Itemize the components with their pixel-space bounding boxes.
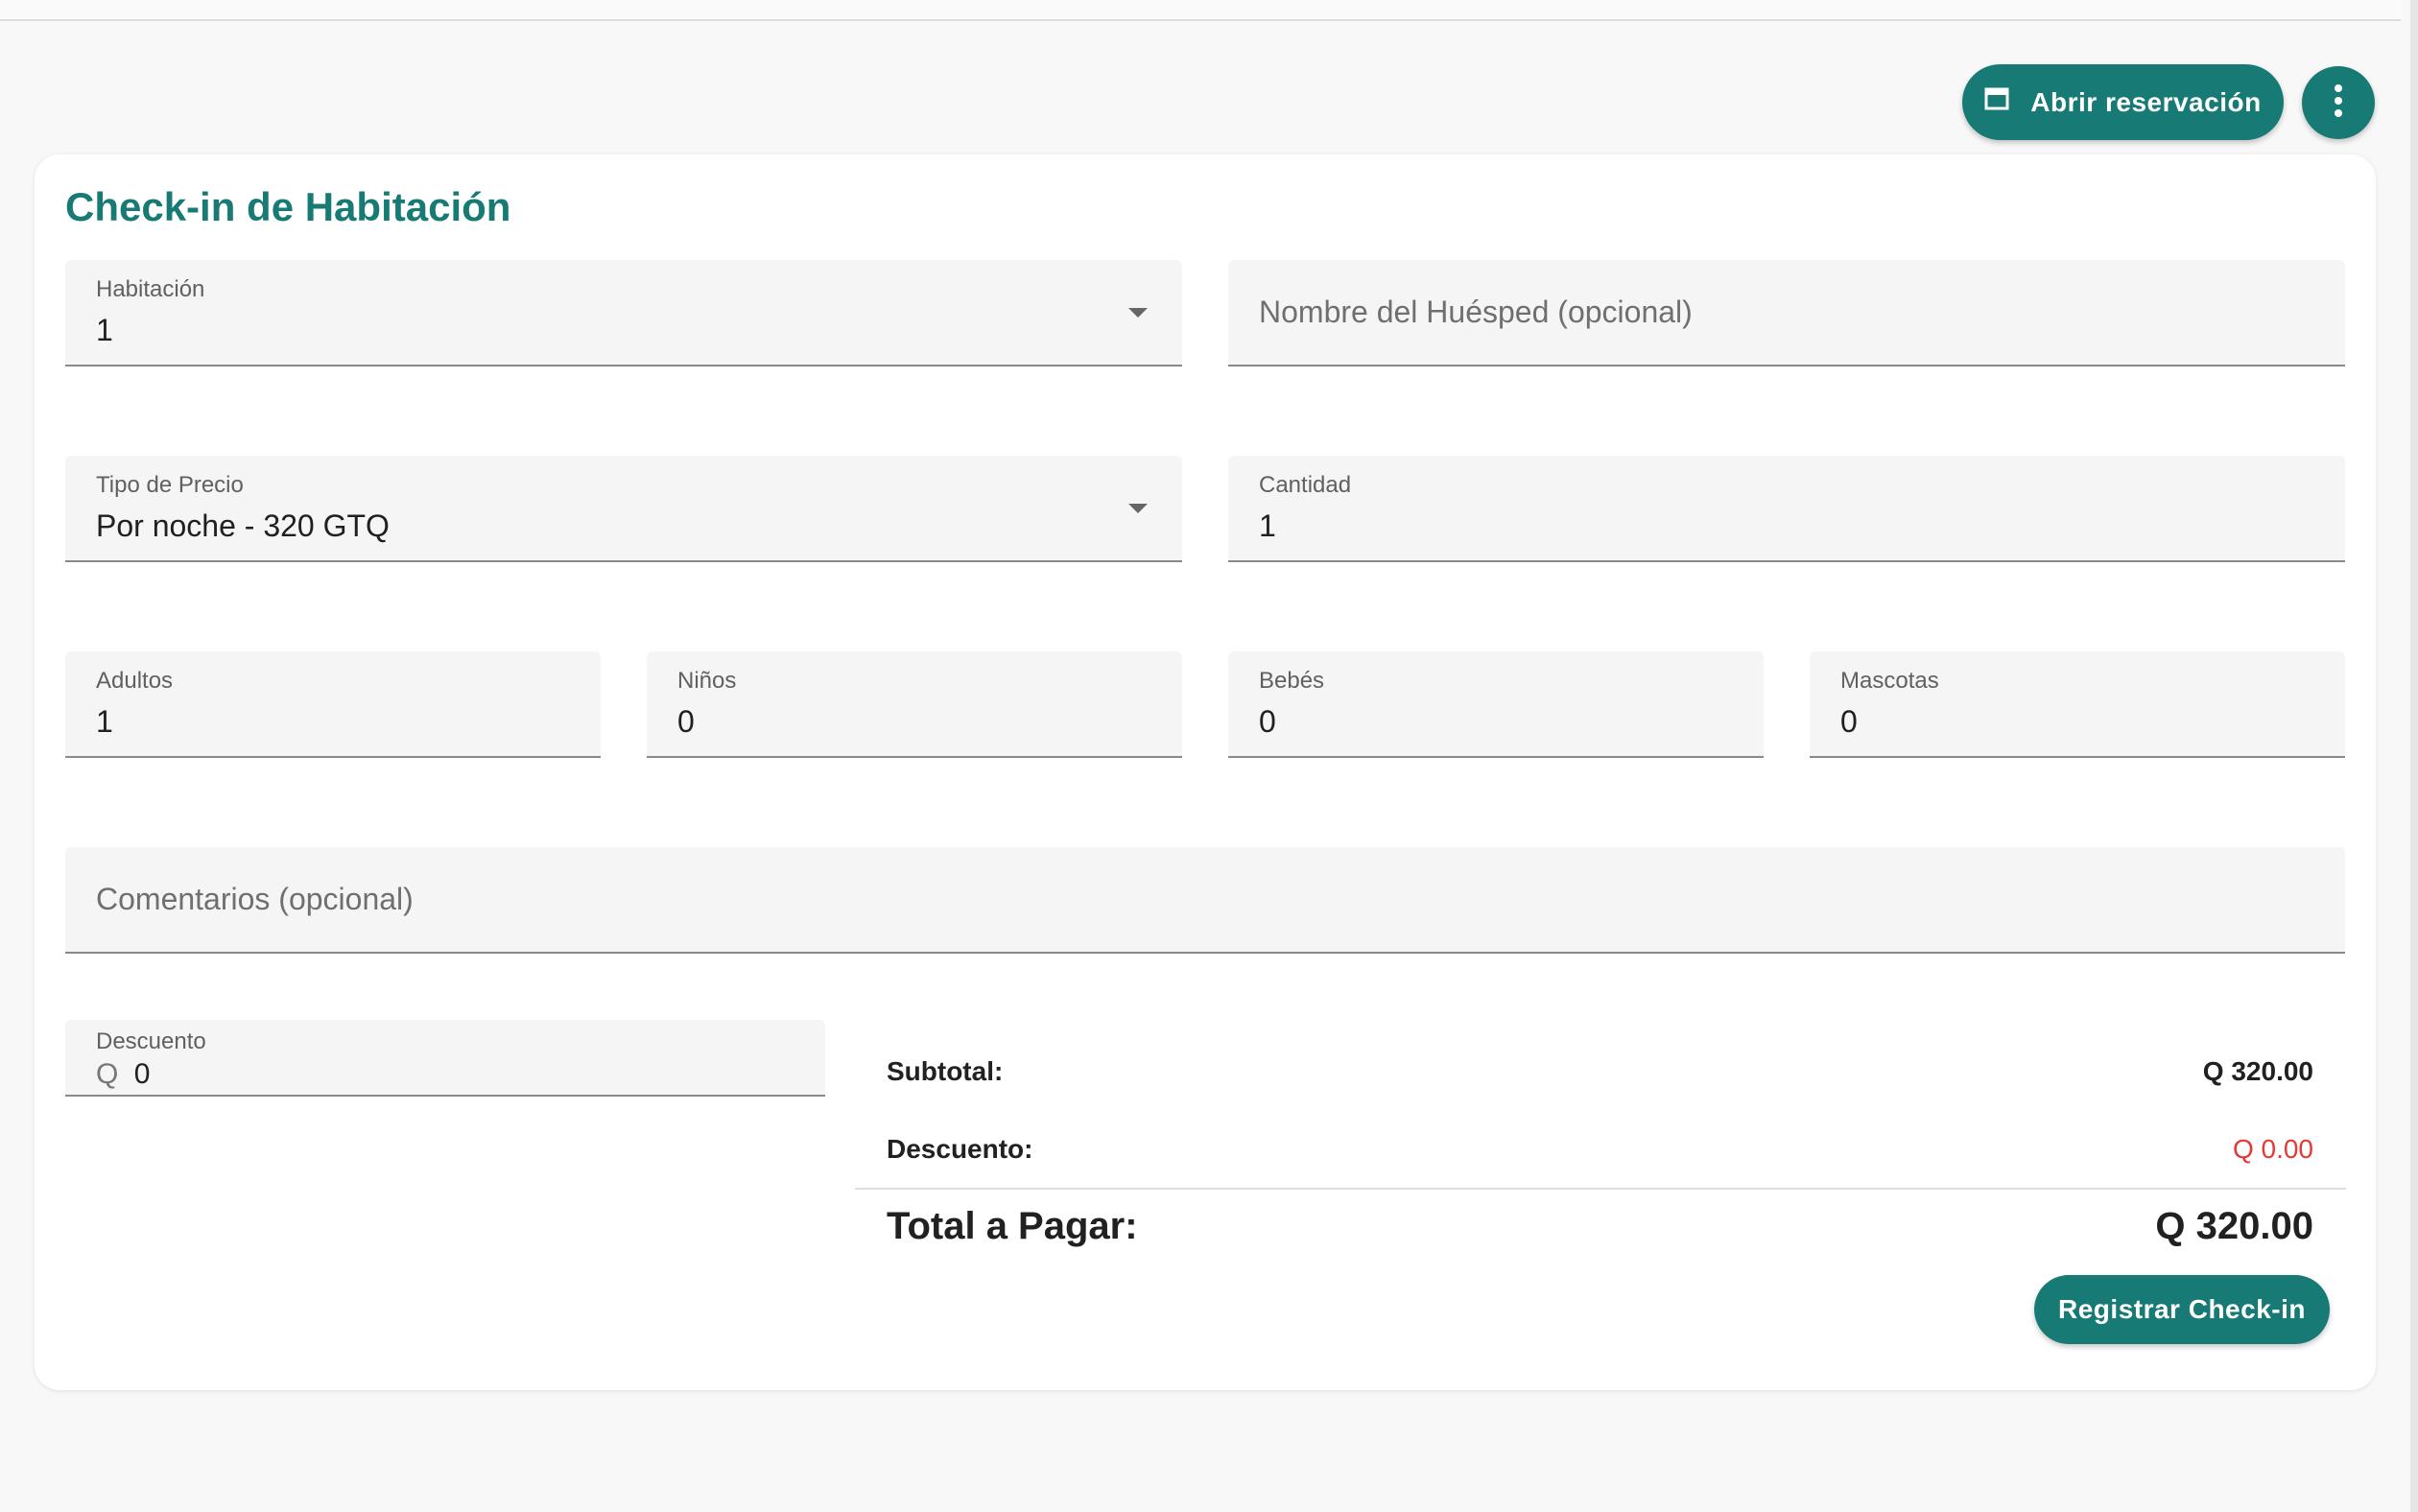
- room-value: 1: [96, 313, 113, 347]
- adults-input[interactable]: Adultos 1: [65, 651, 601, 758]
- quantity-value: 1: [1259, 508, 1276, 543]
- discount-label: Descuento: [96, 1028, 206, 1054]
- price-type-value: Por noche - 320 GTQ: [96, 508, 390, 543]
- adults-label: Adultos: [96, 668, 174, 694]
- room-select[interactable]: Habitación 1: [65, 260, 1182, 366]
- guest-name-placeholder: Nombre del Huésped (opcional): [1259, 295, 1693, 329]
- pets-label: Mascotas: [1840, 668, 1939, 694]
- price-type-select[interactable]: Tipo de Precio Por noche - 320 GTQ: [65, 456, 1182, 562]
- discount-amount: 0: [133, 1058, 151, 1090]
- babies-value: 0: [1259, 704, 1276, 739]
- room-label: Habitación: [96, 276, 205, 302]
- comments-placeholder: Comentarios (opcional): [96, 882, 414, 916]
- discount-summary-value: Q 0.00: [2232, 1134, 2313, 1164]
- dropdown-arrow-icon: [1128, 308, 1148, 318]
- children-label: Niños: [677, 668, 737, 694]
- register-checkin-button[interactable]: Registrar Check-in: [2034, 1275, 2330, 1344]
- quantity-input[interactable]: Cantidad 1: [1228, 456, 2345, 562]
- discount-summary-label: Descuento:: [887, 1134, 1033, 1164]
- subtotal-label: Subtotal:: [887, 1056, 1004, 1086]
- guest-name-input[interactable]: Nombre del Huésped (opcional): [1228, 260, 2345, 366]
- total-label: Total a Pagar:: [887, 1205, 1138, 1247]
- discount-input[interactable]: Descuento Q 0: [65, 1020, 825, 1097]
- pets-input[interactable]: Mascotas 0: [1810, 651, 2345, 758]
- children-value: 0: [677, 704, 695, 739]
- pets-value: 0: [1840, 704, 1858, 739]
- summary-divider: [855, 1188, 2346, 1190]
- price-type-label: Tipo de Precio: [96, 472, 244, 498]
- subtotal-value: Q 320.00: [2202, 1056, 2313, 1086]
- total-value: Q 320.00: [2155, 1205, 2313, 1247]
- currency-prefix: Q: [96, 1058, 119, 1090]
- adults-value: 1: [96, 704, 113, 739]
- open-reservation-label: Abrir reservación: [2030, 86, 2262, 117]
- babies-label: Bebés: [1259, 668, 1325, 694]
- calendar-icon: [1984, 86, 2009, 118]
- scrollbar-track[interactable]: [2410, 0, 2418, 1512]
- dropdown-arrow-icon: [1128, 504, 1148, 513]
- more-options-button[interactable]: [2302, 66, 2375, 139]
- babies-input[interactable]: Bebés 0: [1228, 651, 1764, 758]
- children-input[interactable]: Niños 0: [647, 651, 1182, 758]
- more-vert-icon: [2334, 83, 2343, 123]
- page-title: Check-in de Habitación: [65, 184, 511, 229]
- quantity-label: Cantidad: [1259, 472, 1352, 498]
- top-bar-edge: [0, 0, 2401, 21]
- discount-field-value: Q 0: [96, 1058, 150, 1091]
- comments-input[interactable]: Comentarios (opcional): [65, 847, 2345, 954]
- open-reservation-button[interactable]: Abrir reservación: [1962, 64, 2284, 140]
